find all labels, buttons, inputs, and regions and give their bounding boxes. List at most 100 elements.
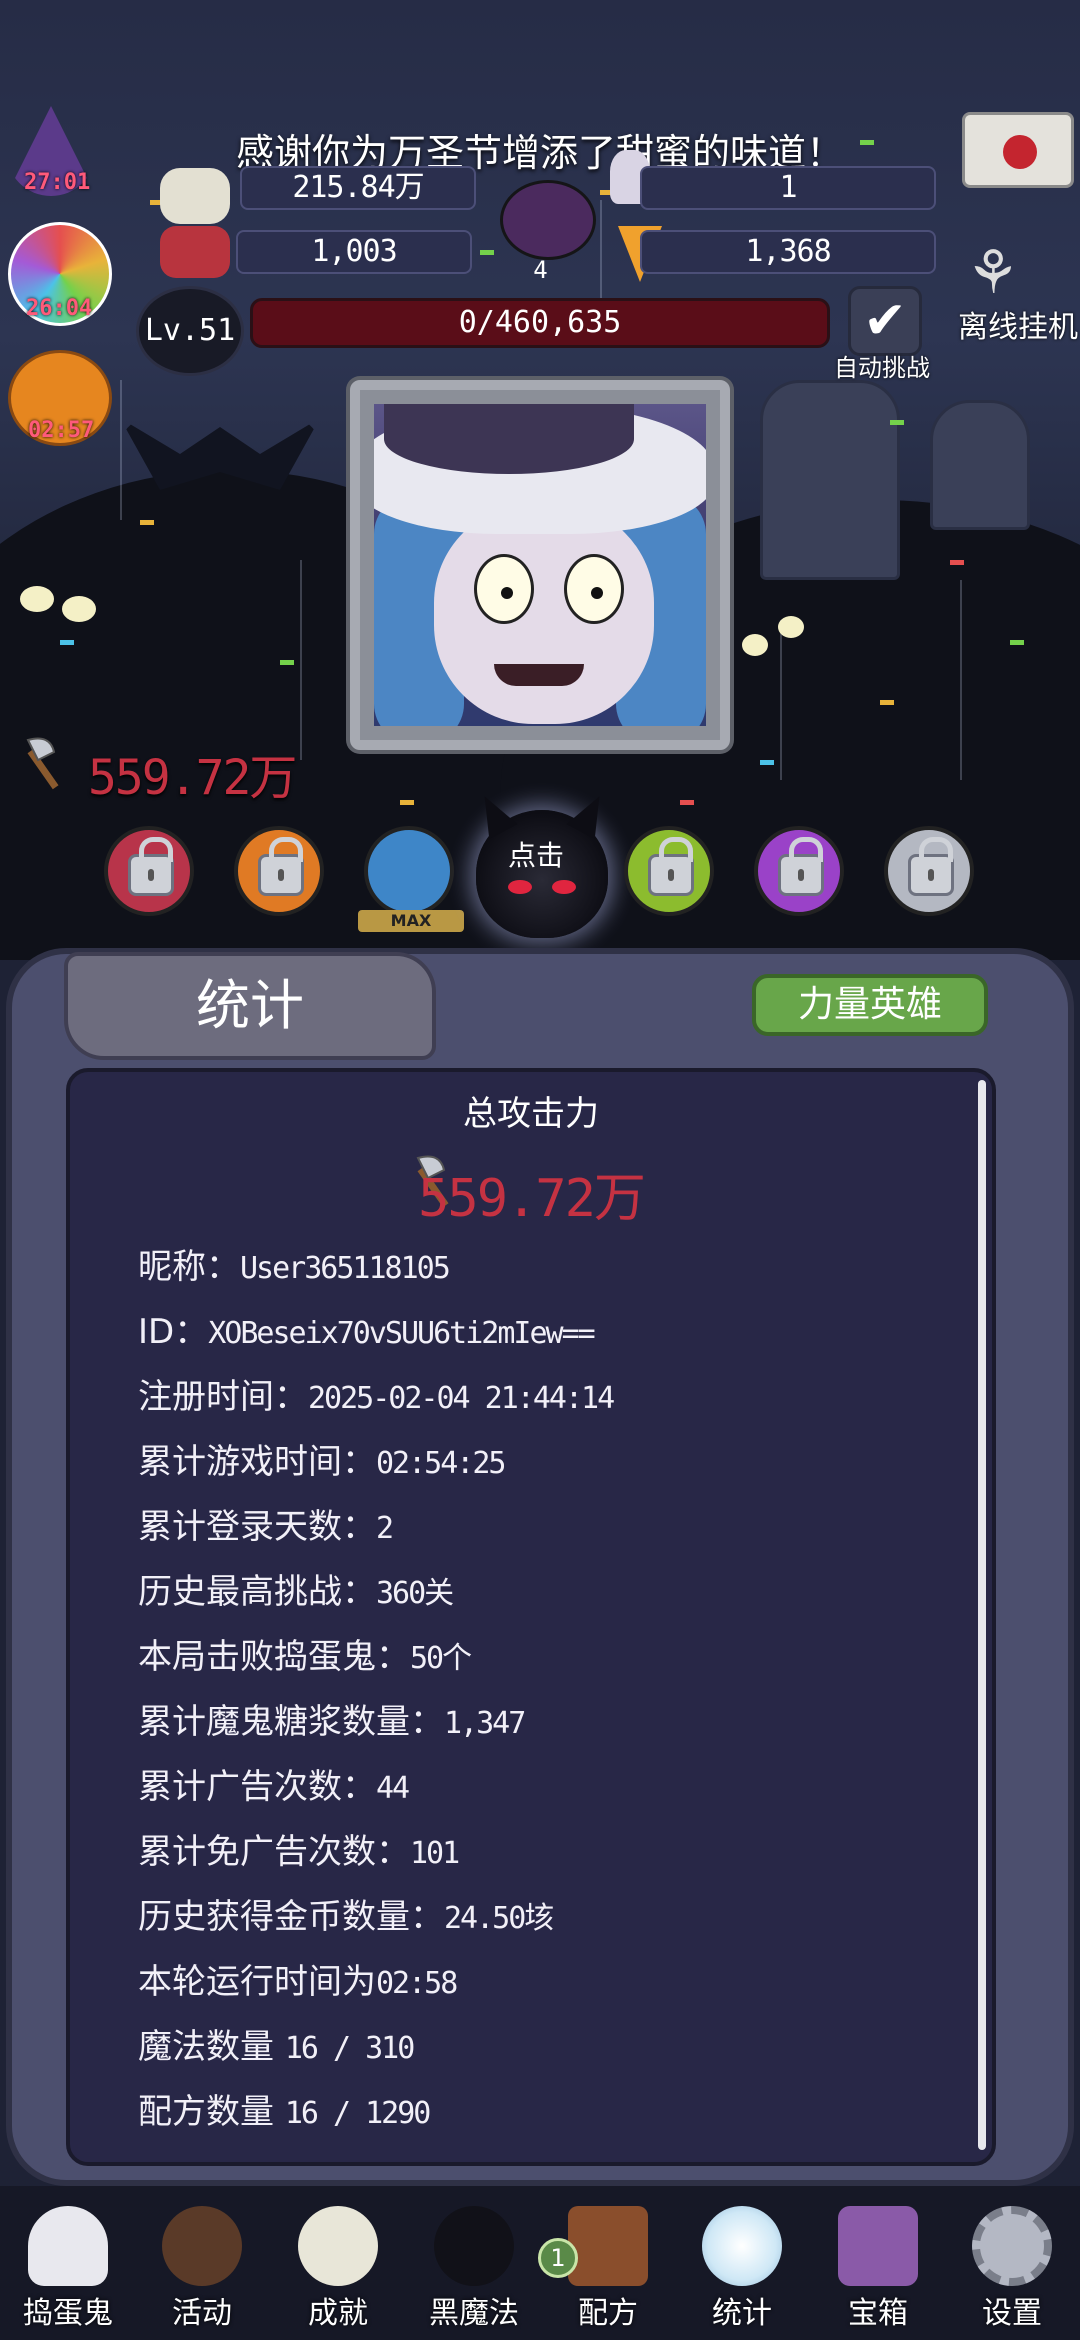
- mail-icon[interactable]: [962, 112, 1074, 188]
- stat-value: 16 / 310: [284, 2031, 415, 2066]
- total-attack-title: 总攻击力: [463, 1094, 599, 1134]
- nav-label: 黑魔法: [429, 2296, 519, 2331]
- confetti-piece: [280, 660, 294, 665]
- nav-black-magic[interactable]: 黑魔法: [412, 2200, 536, 2334]
- stat-value: 24.50垓: [444, 1901, 554, 1936]
- stat-value: 50个: [410, 1641, 472, 1676]
- lock-icon: [908, 837, 954, 896]
- click-label: 点击: [508, 839, 565, 872]
- eye: [474, 554, 534, 624]
- fishbone-icon[interactable]: ⚘: [966, 238, 1020, 308]
- cupcake-icon: [162, 2206, 242, 2286]
- stat-list: 昵称：User365118105 ID：XOBeseix70vSUU6ti2mI…: [138, 1242, 972, 2152]
- stat-value: 101: [410, 1836, 460, 1871]
- nav-achievement[interactable]: 成就: [276, 2200, 400, 2334]
- stat-label: 配方数量: [138, 2092, 285, 2132]
- gift-chest-icon: [838, 2206, 918, 2286]
- stat-label: 历史最高挑战：: [138, 1572, 376, 1612]
- stat-ads: 累计广告次数：44: [138, 1762, 972, 1827]
- confetti-piece: [950, 560, 964, 565]
- nav-label: 宝箱: [848, 2296, 908, 2331]
- confetti-piece: [60, 640, 74, 645]
- confetti-piece: [480, 250, 494, 255]
- stat-total-coins: 历史获得金币数量：24.50垓: [138, 1892, 972, 1957]
- nav-settings[interactable]: 设置: [950, 2200, 1074, 2334]
- demon-eye: [552, 880, 576, 894]
- nav-label: 捣蛋鬼: [23, 2296, 113, 2331]
- enemy-hp-bar: 0/460,635: [250, 298, 830, 348]
- nav-activity[interactable]: 活动: [140, 2200, 264, 2334]
- lock-icon: [128, 837, 174, 896]
- glowing-eye: [742, 634, 768, 656]
- skull-trophy-icon: [298, 2206, 378, 2286]
- stat-value: 2: [376, 1511, 394, 1546]
- stats-tab-title: 统计: [64, 952, 436, 1060]
- skill-slot-locked[interactable]: [104, 826, 194, 916]
- stat-ad-free: 累计免广告次数：101: [138, 1827, 972, 1892]
- cauldron-counter: 4: [533, 256, 547, 284]
- stat-recipe-count: 配方数量 16 / 1290: [138, 2087, 972, 2152]
- eye: [564, 554, 624, 624]
- stat-run-time: 本轮运行时间为02:58: [138, 1957, 972, 2022]
- confetti-piece: [400, 800, 414, 805]
- glowing-eye: [20, 586, 54, 612]
- enemy-hp-text: 0/460,635: [458, 305, 622, 340]
- auto-challenge-checkbox[interactable]: ✔: [848, 286, 922, 356]
- event-timer: 27:01: [24, 170, 91, 195]
- lock-icon: [258, 837, 304, 896]
- mouth: [494, 664, 584, 686]
- glowing-eye: [62, 596, 96, 622]
- stat-label: 累计免广告次数：: [138, 1832, 410, 1872]
- stat-register-time: 注册时间：2025-02-04 21:44:14: [138, 1372, 972, 1437]
- skill-slot-locked[interactable]: [234, 826, 324, 916]
- skill-slot-locked[interactable]: [624, 826, 714, 916]
- click-demon-button[interactable]: [470, 788, 614, 938]
- stats-content[interactable]: 总攻击力 559.72万 昵称：User365118105 ID：XOBesei…: [66, 1068, 996, 2166]
- event-timer: 02:57: [28, 418, 95, 443]
- skill-slot-blue-skull[interactable]: [364, 826, 454, 916]
- attack-power-value: 559.72万: [88, 750, 297, 806]
- stat-value: 44: [376, 1771, 410, 1806]
- witch-portrait: [374, 404, 706, 726]
- lock-icon: [648, 837, 694, 896]
- stat-label: ID：: [138, 1312, 209, 1352]
- stat-syrup: 累计魔鬼糖浆数量：1,347: [138, 1697, 972, 1762]
- axe-icon: [26, 737, 59, 790]
- face: [434, 504, 654, 724]
- skill-slot-locked[interactable]: [754, 826, 844, 916]
- mail-seal: [1003, 135, 1037, 169]
- stat-login-days: 累计登录天数：2: [138, 1502, 972, 1567]
- stat-label: 累计游戏时间：: [138, 1442, 376, 1482]
- power-hero-button[interactable]: 力量英雄: [752, 974, 988, 1036]
- nav-chest[interactable]: 宝箱: [816, 2200, 940, 2334]
- nav-stats[interactable]: 统计: [680, 2200, 804, 2334]
- nav-label: 活动: [172, 2296, 232, 2331]
- demon-icon: [434, 2206, 514, 2286]
- offline-idle-button[interactable]: 离线挂机: [958, 302, 1078, 346]
- stat-value: 16 / 1290: [284, 2096, 432, 2131]
- tombstone: [930, 400, 1030, 530]
- demon-eye: [508, 880, 532, 894]
- stat-id: ID：XOBeseix70vSUU6ti2mIew==: [138, 1307, 972, 1372]
- skill-slot-locked[interactable]: [884, 826, 974, 916]
- nav-trickster[interactable]: 捣蛋鬼: [6, 2200, 130, 2334]
- glowing-eye: [778, 616, 804, 638]
- nav-label: 设置: [982, 2296, 1042, 2331]
- confetti-piece: [760, 760, 774, 765]
- total-attack-value: 559.72万: [418, 1169, 646, 1229]
- stat-value: 02:54:25: [376, 1446, 506, 1481]
- enemy-portrait-frame[interactable]: [350, 380, 730, 750]
- rain-streak: [120, 380, 122, 520]
- tombstone: [760, 380, 900, 580]
- hat-brim: [384, 404, 634, 474]
- stat-label: 本轮运行时间为: [138, 1962, 376, 2002]
- stat-label: 本局击败捣蛋鬼：: [138, 1637, 410, 1677]
- crystal-ball-icon: [702, 2206, 782, 2286]
- stat-best-challenge: 历史最高挑战：360关: [138, 1567, 972, 1632]
- auto-challenge-label: 自动挑战: [834, 354, 930, 382]
- confetti-piece: [140, 520, 154, 525]
- stat-value: XOBeseix70vSUU6ti2mIew==: [208, 1316, 595, 1351]
- candy-bow-counter: 1,003: [236, 230, 472, 274]
- rain-streak: [960, 580, 962, 780]
- scrollbar[interactable]: [978, 1080, 986, 2150]
